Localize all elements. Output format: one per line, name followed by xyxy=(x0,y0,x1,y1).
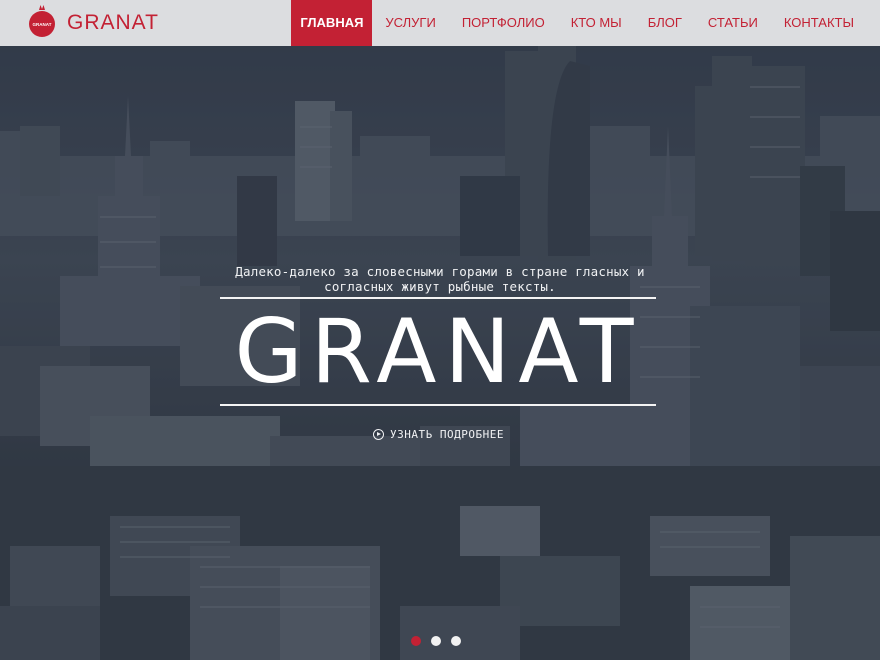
nav-item-portfolio[interactable]: ПОРТФОЛИО xyxy=(449,0,558,46)
site-header: GRANAT GRANAT ГЛАВНАЯ УСЛУГИ ПОРТФОЛИО К… xyxy=(0,0,880,46)
logo-text: GRANAT xyxy=(33,22,52,27)
nav-item-articles[interactable]: СТАТЬИ xyxy=(695,0,771,46)
hero-section: Далеко-далеко за словесными горами в стр… xyxy=(0,46,880,660)
play-circle-icon xyxy=(373,428,384,440)
slide-dot-1[interactable] xyxy=(411,636,421,646)
nav-item-blog[interactable]: БЛОГ xyxy=(635,0,695,46)
nav-item-contacts[interactable]: КОНТАКТЫ xyxy=(771,0,880,46)
nav-item-about[interactable]: КТО МЫ xyxy=(558,0,635,46)
hero-title: GRANAT xyxy=(234,300,642,403)
pomegranate-logo-icon[interactable]: GRANAT xyxy=(26,4,58,38)
nav-item-services[interactable]: УСЛУГИ xyxy=(372,0,448,46)
main-nav: ГЛАВНАЯ УСЛУГИ ПОРТФОЛИО КТО МЫ БЛОГ СТА… xyxy=(291,0,880,46)
brand-name[interactable]: GRANAT xyxy=(67,11,159,35)
learn-more-label: УЗНАТЬ ПОДРОБНЕЕ xyxy=(390,427,504,441)
slider-dots xyxy=(411,636,461,646)
slide-dot-3[interactable] xyxy=(451,636,461,646)
nav-item-home[interactable]: ГЛАВНАЯ xyxy=(291,0,373,46)
slide-dot-2[interactable] xyxy=(431,636,441,646)
learn-more-link[interactable]: УЗНАТЬ ПОДРОБНЕЕ xyxy=(373,426,504,442)
hero-divider-bottom xyxy=(220,404,656,406)
hero-divider-top xyxy=(220,297,656,299)
hero-tagline: Далеко-далеко за словесными горами в стр… xyxy=(235,264,645,294)
